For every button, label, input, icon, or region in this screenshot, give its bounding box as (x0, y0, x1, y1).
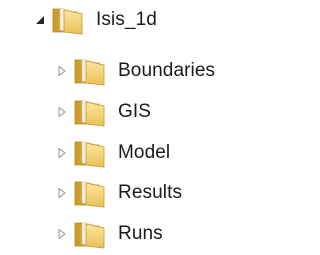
tree-item-label: GIS (118, 101, 152, 122)
tree-item-gis[interactable]: GIS (55, 92, 151, 132)
tree-item-label: Results (118, 182, 183, 203)
expand-arrow-collapsed-icon[interactable] (55, 227, 69, 241)
expand-arrow-collapsed-icon[interactable] (55, 64, 69, 78)
folder-icon (51, 6, 84, 35)
folder-icon (73, 220, 106, 249)
tree-item-runs[interactable]: Runs (55, 214, 163, 254)
expand-arrow-expanded-icon[interactable] (33, 13, 47, 27)
tree-item-label: Isis_1d (96, 9, 157, 30)
expand-arrow-collapsed-icon[interactable] (55, 146, 69, 160)
folder-icon (73, 139, 106, 168)
folder-icon (73, 98, 106, 127)
folder-icon (73, 179, 106, 208)
tree-item-label: Model (118, 142, 171, 163)
expand-arrow-collapsed-icon[interactable] (55, 105, 69, 119)
tree-item-label: Boundaries (118, 60, 216, 81)
tree-item-results[interactable]: Results (55, 173, 182, 213)
folder-icon (73, 57, 106, 86)
tree-item-isis-1d[interactable]: Isis_1d (33, 0, 157, 40)
tree-item-label: Runs (118, 223, 163, 244)
folder-tree: Isis_1d Boundaries GIS Model Results Run… (0, 0, 269, 255)
tree-item-model[interactable]: Model (55, 133, 170, 173)
expand-arrow-collapsed-icon[interactable] (55, 186, 69, 200)
tree-item-boundaries[interactable]: Boundaries (55, 51, 215, 91)
